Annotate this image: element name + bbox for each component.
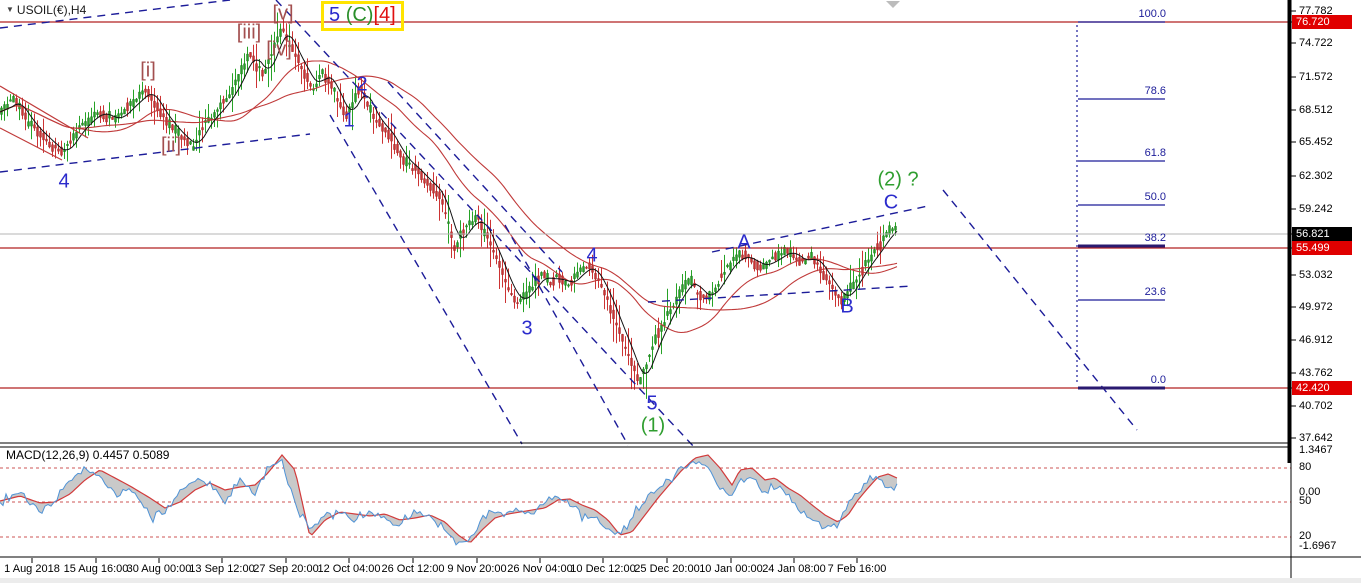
price-tick-label: 53.032 bbox=[1299, 269, 1333, 282]
time-tick-label: 26 Nov 04:00 bbox=[507, 563, 572, 575]
fib-level-label: 0.0 bbox=[1151, 374, 1166, 386]
price-tick-label: 71.572 bbox=[1299, 71, 1333, 84]
price-line-tag: 55.499 bbox=[1292, 241, 1352, 255]
elliott-wave-label: 3 bbox=[521, 318, 532, 341]
fib-level-label: 23.6 bbox=[1145, 286, 1166, 298]
price-tick-label: 74.722 bbox=[1299, 37, 1333, 50]
wave-label-C: (C) bbox=[346, 4, 374, 26]
price-tick-label: 59.242 bbox=[1299, 203, 1333, 216]
macd-scale-label: 1.3467 bbox=[1299, 444, 1333, 457]
elliott-wave-label: 4 bbox=[58, 171, 69, 194]
trading-platform-chart-window: ▼USOIL(€),H4 5 (C)[4] MACD(12,26,9) 0.44… bbox=[0, 0, 1361, 583]
elliott-wave-label: 4 bbox=[586, 245, 597, 268]
elliott-wave-label: 5 bbox=[646, 393, 657, 416]
price-tick-label: 46.912 bbox=[1299, 334, 1333, 347]
price-tick-label: 68.512 bbox=[1299, 104, 1333, 117]
time-tick-label: 10 Jan 00:00 bbox=[699, 563, 763, 575]
macd-scale-label: 0,00 bbox=[1299, 486, 1320, 499]
fib-level-label: 61.8 bbox=[1145, 147, 1166, 159]
time-tick-label: 26 Oct 12:00 bbox=[382, 563, 445, 575]
wave-label-5: 5 bbox=[329, 4, 340, 26]
price-tick-label: 40.702 bbox=[1299, 400, 1333, 413]
time-tick-label: 10 Dec 12:00 bbox=[570, 563, 635, 575]
elliott-wave-label: 1 bbox=[343, 110, 354, 133]
elliott-wave-label: [iv] bbox=[266, 39, 292, 62]
time-tick-label: 30 Aug 00:00 bbox=[127, 563, 192, 575]
price-tick-label: 43.762 bbox=[1299, 367, 1333, 380]
time-tick-label: 9 Nov 20:00 bbox=[447, 563, 506, 575]
chart-dropdown-arrow-icon[interactable]: ▼ bbox=[6, 5, 14, 14]
fib-level-label: 78.6 bbox=[1145, 85, 1166, 97]
time-tick-label: 27 Sep 20:00 bbox=[253, 563, 318, 575]
price-line-tag: 76.720 bbox=[1292, 15, 1352, 29]
wave-count-highlight-box: 5 (C)[4] bbox=[321, 1, 404, 31]
time-tick-label: 13 Sep 12:00 bbox=[189, 563, 254, 575]
elliott-wave-label: [iii] bbox=[237, 22, 261, 45]
macd-scale-label: -1.6967 bbox=[1299, 540, 1336, 553]
elliott-wave-label: C bbox=[884, 192, 898, 215]
time-tick-label: 24 Jan 08:00 bbox=[762, 563, 826, 575]
current-price-tag: 56.821 bbox=[1292, 227, 1352, 241]
macd-level-label: 80 bbox=[1299, 461, 1311, 474]
fib-level-label: 50.0 bbox=[1145, 191, 1166, 203]
price-tick-label: 49.972 bbox=[1299, 301, 1333, 314]
price-tick-label: 65.452 bbox=[1299, 136, 1333, 149]
elliott-wave-label: A bbox=[737, 232, 750, 255]
time-tick-label: 25 Dec 20:00 bbox=[634, 563, 699, 575]
elliott-wave-label: [ii] bbox=[161, 135, 181, 158]
macd-indicator-header: MACD(12,26,9) 0.4457 0.5089 bbox=[6, 448, 169, 462]
wave-label-4: [4] bbox=[373, 4, 395, 26]
time-tick-label: 1 Aug 2018 bbox=[4, 563, 60, 575]
symbol-timeframe-label[interactable]: ▼USOIL(€),H4 bbox=[6, 3, 86, 17]
price-tick-label: 62.302 bbox=[1299, 170, 1333, 183]
time-tick-label: 7 Feb 16:00 bbox=[828, 563, 887, 575]
fib-level-label: 38.2 bbox=[1145, 232, 1166, 244]
elliott-wave-label: [v] bbox=[272, 3, 293, 26]
time-tick-label: 15 Aug 16:00 bbox=[64, 563, 129, 575]
elliott-wave-label: (1) bbox=[641, 415, 665, 438]
symbol-text: USOIL(€),H4 bbox=[17, 3, 86, 17]
bottom-status-strip bbox=[0, 578, 1361, 583]
elliott-wave-label: B bbox=[840, 296, 853, 319]
elliott-wave-label: 2 bbox=[356, 74, 367, 97]
time-tick-label: 12 Oct 04:00 bbox=[318, 563, 381, 575]
elliott-wave-label: (2) ? bbox=[877, 169, 918, 192]
fib-level-label: 100.0 bbox=[1138, 8, 1166, 20]
elliott-wave-label: [i] bbox=[140, 60, 156, 83]
price-line-tag: 42.420 bbox=[1292, 381, 1352, 395]
